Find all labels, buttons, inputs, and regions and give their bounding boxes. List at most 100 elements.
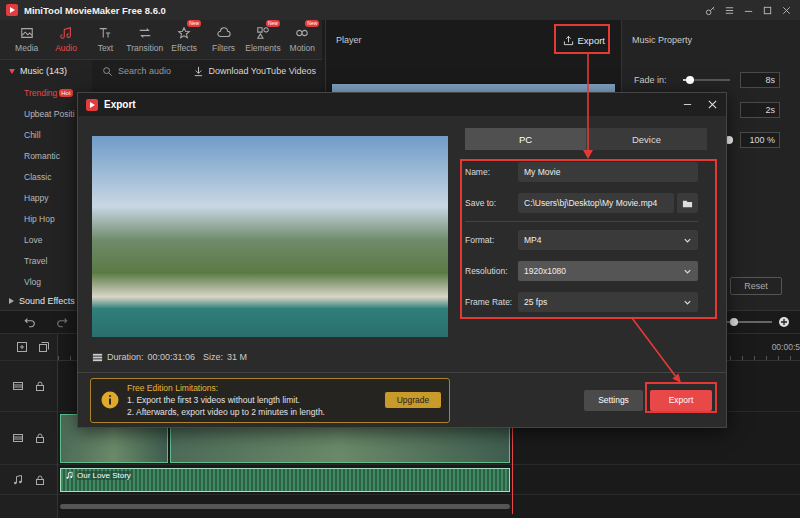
app-logo-icon: [6, 4, 18, 16]
dialog-title-bar: Export: [78, 93, 726, 116]
new-badge: New: [187, 20, 201, 27]
lock-icon[interactable]: [34, 474, 46, 486]
export-button[interactable]: Export: [560, 32, 608, 49]
field-row: Frame Rate:25 fps: [465, 292, 707, 312]
tool-icon-wrap: New: [177, 26, 191, 40]
field-input[interactable]: MP4: [518, 230, 698, 250]
field-input[interactable]: C:\Users\bj\Desktop\My Movie.mp4: [518, 193, 674, 213]
field-input[interactable]: 25 fps: [518, 292, 698, 312]
zoom-knob[interactable]: [730, 318, 738, 326]
property-value[interactable]: 2s: [740, 102, 780, 118]
key-icon[interactable]: [705, 5, 716, 16]
toolbar-tab[interactable]: NewElements: [243, 20, 282, 59]
toolbar-tab[interactable]: Transition: [125, 20, 164, 59]
tool-icon-wrap: [98, 26, 112, 40]
field-input[interactable]: My Movie: [518, 162, 698, 182]
settings-column: PCDeviceName:My MovieSave to:C:\Users\bj…: [465, 116, 707, 372]
limitation-line: 1. Export the first 3 videos without len…: [127, 395, 377, 405]
export-fields: Name:My MovieSave to:C:\Users\bj\Desktop…: [465, 162, 707, 323]
download-link[interactable]: Download YouTube Videos: [193, 66, 316, 77]
lock-icon[interactable]: [34, 432, 46, 444]
redo-icon[interactable]: [56, 316, 68, 328]
track-tools: [0, 334, 57, 361]
close-icon[interactable]: [707, 99, 718, 110]
toolbar-tab-label: Motion: [290, 43, 316, 53]
new-badge: New: [266, 20, 280, 27]
property-slider[interactable]: [683, 75, 730, 85]
field-label: Name:: [465, 167, 518, 177]
browse-button[interactable]: [677, 193, 698, 213]
app-logo-icon: [86, 99, 98, 111]
magnifier-icon: [102, 66, 113, 77]
target-tab[interactable]: PC: [465, 128, 586, 150]
maximize-icon[interactable]: [762, 5, 773, 16]
lock-icon[interactable]: [34, 380, 46, 392]
property-value[interactable]: 8s: [740, 72, 780, 88]
category-title: Music (143): [20, 66, 67, 76]
playhead[interactable]: [512, 424, 513, 514]
arrow-line: [587, 53, 589, 151]
plus-icon[interactable]: [778, 316, 790, 328]
copy-icon[interactable]: [38, 341, 50, 353]
size-value: 31 M: [227, 352, 247, 362]
caret-icon: [9, 298, 14, 304]
app-title: MiniTool MovieMaker Free 8.6.0: [24, 5, 166, 16]
scroll-thumb[interactable]: [60, 504, 510, 509]
category-header[interactable]: Music (143): [0, 60, 92, 82]
close-icon[interactable]: [781, 5, 792, 16]
field-row: Resolution:1920x1080: [465, 261, 707, 281]
export-confirm-button[interactable]: Export: [650, 390, 712, 411]
text-icon: [98, 26, 112, 40]
upload-icon: [563, 35, 574, 46]
field-value: C:\Users\bj\Desktop\My Movie.mp4: [524, 198, 657, 208]
search-field[interactable]: Search audio: [102, 66, 185, 77]
audio-clip-label: Our Love Story: [77, 471, 131, 480]
chevron-down-icon: [683, 298, 692, 307]
category-item-label: Happy: [24, 193, 49, 203]
new-badge: New: [305, 20, 319, 27]
minimize-icon[interactable]: [682, 99, 693, 110]
slider-knob[interactable]: [686, 76, 694, 84]
arrow-line: [632, 318, 675, 376]
field-label: Format:: [465, 235, 518, 245]
toolbar-tab[interactable]: Text: [86, 20, 125, 59]
toolbar: MediaAudioTextTransitionNewEffects Filter…: [0, 20, 322, 60]
field-label: Resolution:: [465, 266, 518, 276]
transition-icon: [138, 26, 152, 40]
music-note-icon: [12, 474, 24, 486]
toolbar-tab[interactable]: Audio: [46, 20, 85, 59]
toolbar-tab[interactable]: Media: [7, 20, 46, 59]
chevron-down-icon: [683, 267, 692, 276]
dialog-controls: [682, 99, 718, 110]
hot-badge: Hot: [59, 89, 72, 97]
limitation-notice: Free Edition Limitations:1. Export the f…: [90, 378, 450, 423]
audio-clip[interactable]: Our Love Story: [60, 468, 510, 492]
tool-icon-wrap: [20, 26, 34, 40]
zoom-slider[interactable]: [727, 317, 772, 327]
add-track-icon[interactable]: [16, 341, 28, 353]
toolbar-tab[interactable]: NewEffects: [165, 20, 204, 59]
target-tab[interactable]: Device: [586, 128, 707, 150]
settings-button[interactable]: Settings: [584, 390, 643, 411]
cloud-icon: [217, 26, 231, 40]
toolbar-tab-label: Filters: [212, 43, 235, 53]
download-icon: [193, 66, 204, 77]
undo-icon[interactable]: [24, 316, 36, 328]
field-input[interactable]: 1920x1080: [518, 261, 698, 281]
upgrade-button[interactable]: Upgrade: [385, 392, 441, 408]
property-value[interactable]: 100 %: [740, 132, 780, 148]
toolbar-tab[interactable]: Filters: [204, 20, 243, 59]
zoom-control: [727, 316, 790, 328]
film-icon: [12, 380, 24, 392]
minimize-icon[interactable]: [743, 5, 754, 16]
toolbar-tab[interactable]: New Motion: [283, 20, 322, 59]
caret-icon: [9, 69, 15, 74]
reset-button[interactable]: Reset: [730, 277, 782, 295]
limitation-line: 2. Afterwards, export video up to 2 minu…: [127, 407, 377, 417]
field-value: My Movie: [524, 167, 560, 177]
duration-row: Duration:00:00:31:06Size:31 M: [92, 349, 448, 365]
tool-icon-wrap: [138, 26, 152, 40]
menu-icon[interactable]: [724, 5, 735, 16]
track-header: [0, 412, 57, 465]
track-lane: Our Love Story: [58, 465, 800, 495]
